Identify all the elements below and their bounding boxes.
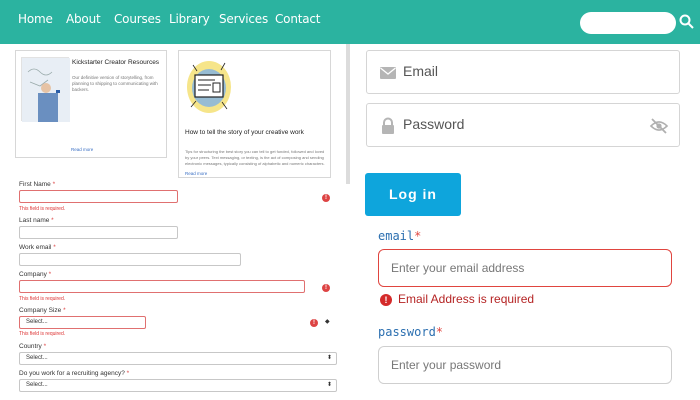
- card-title: Kickstarter Creator Resources: [72, 59, 160, 66]
- country-select[interactable]: Select... ⬍: [19, 352, 337, 365]
- login-button[interactable]: Log in: [365, 173, 461, 216]
- company-size-select[interactable]: Select...: [19, 316, 146, 329]
- card-description: Our definitive version of storytelling, …: [72, 75, 158, 92]
- first-name-input[interactable]: [19, 190, 178, 203]
- error-icon: !: [310, 319, 318, 327]
- page: Home About Courses Library Services Cont…: [0, 0, 700, 400]
- card-image: [21, 57, 70, 122]
- card-description: Tips for structuring the best story you …: [185, 149, 325, 166]
- envelope-icon: [380, 67, 396, 79]
- company-input[interactable]: [19, 280, 305, 293]
- card-read-more-link[interactable]: Read more: [185, 171, 207, 176]
- nav-services[interactable]: Services: [219, 12, 268, 26]
- label-text: First Name: [19, 181, 51, 188]
- company-label: Company *: [19, 271, 51, 278]
- resource-card[interactable]: How to tell the story of your creative w…: [178, 50, 331, 178]
- company-size-label: Company Size *: [19, 307, 66, 314]
- work-email-input[interactable]: [19, 253, 241, 266]
- recruiting-label: Do you work for a recruiting agency? *: [19, 370, 129, 377]
- recruiting-select[interactable]: Select... ⬍: [19, 379, 337, 392]
- chevron-updown-icon: ⬍: [326, 382, 332, 388]
- required-mark: *: [53, 244, 56, 251]
- password-label: password*: [378, 325, 443, 339]
- label-text: Company: [19, 271, 47, 278]
- required-mark: *: [48, 271, 52, 278]
- lock-icon: [382, 117, 394, 134]
- login-email-input[interactable]: Email: [366, 50, 680, 94]
- required-mark: *: [435, 325, 444, 339]
- email-input[interactable]: Enter your email address: [378, 249, 672, 287]
- label-text: Do you work for a recruiting agency?: [19, 370, 125, 377]
- card-title: How to tell the story of your creative w…: [185, 129, 304, 136]
- nav-courses[interactable]: Courses: [114, 12, 161, 26]
- storyboard-icon: [187, 61, 231, 113]
- label-text: Company Size: [19, 307, 62, 314]
- last-name-input[interactable]: [19, 226, 178, 239]
- country-label: Country *: [19, 343, 46, 350]
- password-placeholder: Password: [403, 116, 465, 132]
- email-placeholder: Enter your email address: [391, 261, 525, 275]
- first-name-error: This field is required.: [19, 206, 66, 212]
- error-icon: !: [322, 194, 330, 202]
- required-mark: *: [63, 307, 66, 314]
- email-placeholder: Email: [403, 63, 439, 79]
- label-text: Work email: [19, 244, 52, 251]
- chevron-updown-icon: ◆: [325, 319, 330, 325]
- password-placeholder: Enter your password: [391, 358, 502, 372]
- required-mark: *: [414, 229, 422, 243]
- label-text: Country: [19, 343, 42, 350]
- scrollbar[interactable]: [346, 44, 350, 184]
- label-text: Last name: [19, 217, 50, 224]
- whiteboard-person-icon: [22, 58, 70, 122]
- login-password-input[interactable]: Password: [366, 103, 680, 147]
- top-nav: Home About Courses Library Services Cont…: [0, 0, 700, 44]
- nav-home[interactable]: Home: [18, 12, 53, 26]
- work-email-label: Work email *: [19, 244, 56, 251]
- required-mark: *: [52, 181, 56, 188]
- resource-card[interactable]: Kickstarter Creator Resources Our defini…: [15, 50, 167, 158]
- email-label: email*: [378, 229, 421, 243]
- select-value: Select...: [26, 382, 48, 388]
- label-text: password: [378, 325, 436, 339]
- search-icon[interactable]: [678, 13, 696, 31]
- required-mark: *: [43, 343, 47, 350]
- error-icon: !: [380, 294, 392, 306]
- password-input[interactable]: Enter your password: [378, 346, 672, 384]
- required-mark: *: [51, 217, 54, 224]
- chevron-updown-icon: ⬍: [326, 355, 332, 361]
- error-icon: !: [322, 284, 330, 292]
- card-read-more-link[interactable]: Read more: [71, 147, 93, 152]
- nav-contact[interactable]: Contact: [275, 12, 320, 26]
- select-value: Select...: [26, 355, 48, 361]
- nav-search-input[interactable]: [580, 12, 676, 34]
- first-name-label: First Name *: [19, 181, 55, 188]
- label-text: email: [378, 229, 415, 243]
- eye-slash-icon[interactable]: [649, 117, 669, 135]
- email-error-message: Email Address is required: [398, 292, 535, 306]
- company-size-error: This field is required.: [19, 331, 66, 337]
- select-value: Select...: [26, 319, 48, 325]
- last-name-label: Last name *: [19, 217, 54, 224]
- nav-about[interactable]: About: [66, 12, 101, 26]
- nav-library[interactable]: Library: [169, 12, 210, 26]
- company-error: This field is required.: [19, 296, 66, 302]
- required-mark: *: [126, 370, 130, 377]
